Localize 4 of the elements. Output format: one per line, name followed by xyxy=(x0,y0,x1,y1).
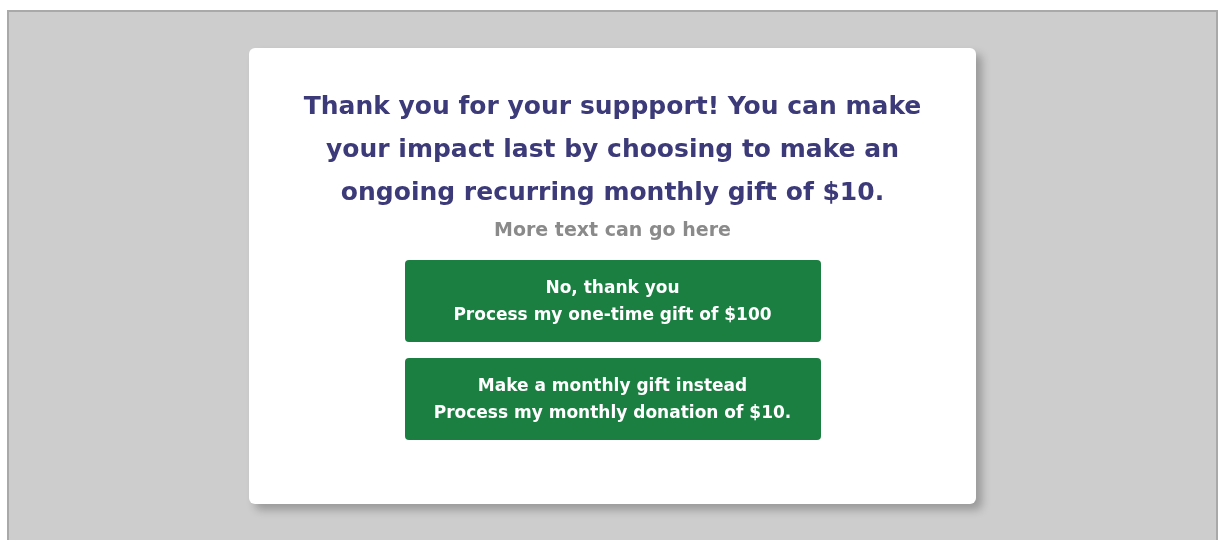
gift-button[interactable]: No, thank you Process my one-time gift of $100 xyxy=(404,259,821,342)
dialog-heading: Thank you for your suppport! You can make your impact last by choosing to make an ongoing recurring monthly gift of $10. xyxy=(302,90,923,208)
gift-button[interactable]: Make a monthly gift instead Process my monthly donation of $10. xyxy=(404,357,821,440)
dialog-subtext: More text can go here xyxy=(493,217,732,242)
